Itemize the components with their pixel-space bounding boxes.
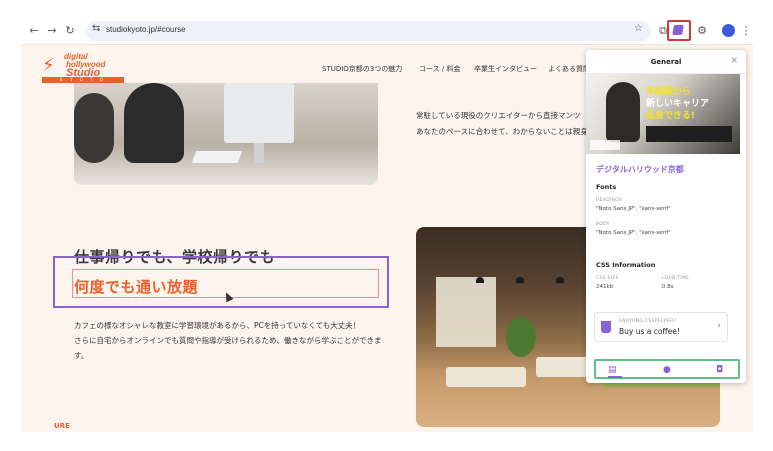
- body-font-value[interactable]: "Noto Sans JP", "sans-serif": [596, 230, 671, 236]
- css-size-value: 241kb: [596, 284, 614, 290]
- nav-link-faq[interactable]: よくある質問: [548, 64, 590, 74]
- extensions-puzzle-icon[interactable]: ⚙: [694, 23, 710, 39]
- nav-link-course[interactable]: コース / 料金: [419, 64, 460, 74]
- chevron-right-icon: ›: [717, 321, 721, 331]
- nav-link-interview[interactable]: 卒業生インタビュー: [474, 64, 537, 74]
- profile-avatar[interactable]: [722, 24, 735, 37]
- forward-icon[interactable]: →: [44, 23, 60, 39]
- body-line-2: さらに自宅からオンラインでも質問や指導が受けられるため、働きながら学ぶことができ…: [74, 336, 382, 360]
- address-bar[interactable]: ⇆ studiokyoto.jp/#course ☆: [86, 21, 651, 41]
- browser-toolbar: ← → ↻ ⇆ studiokyoto.jp/#course ☆ ⧉ ⚙ ⋮: [22, 17, 753, 45]
- classroom-photo: [74, 83, 378, 185]
- site-screenshot-banner: 未経験から 新しいキャリア 転身できる!: [586, 74, 740, 154]
- close-icon[interactable]: ×: [730, 56, 738, 66]
- load-time-label: LOAD TIME: [662, 276, 690, 281]
- coffee-main-text: Buy us a coffee!: [619, 327, 680, 336]
- active-tab-indicator: [608, 376, 622, 378]
- css-size-label: CSS SIZE: [596, 276, 619, 281]
- headings-label: HEADINGS: [596, 198, 623, 203]
- back-icon[interactable]: ←: [26, 23, 42, 39]
- colors-tab-icon[interactable]: ●: [663, 365, 671, 375]
- site-logo[interactable]: ⚡ digital hollywood Studio K Y O T O: [42, 51, 124, 83]
- url-text[interactable]: studiokyoto.jp/#course: [106, 25, 186, 34]
- bookmark-star-icon[interactable]: ☆: [634, 23, 643, 34]
- intro-paragraph: 常駐している現役のクリエイターから直接マンツ あなたのペースに合わせて、わからな…: [416, 108, 588, 140]
- general-tab-icon[interactable]: ▤: [608, 365, 617, 375]
- browser-menu-icon[interactable]: ⋮: [738, 23, 753, 39]
- site-name: デジタルハリウッド京都: [596, 165, 684, 174]
- body-label: BODY: [596, 222, 610, 227]
- assets-tab-icon[interactable]: ◘: [716, 365, 723, 375]
- section-body-text: カフェの様なオシャレな教室に学習環境があるから、PCを持っていなくても大丈夫！ …: [74, 318, 382, 363]
- footer-logo-fragment: URE: [54, 422, 70, 430]
- fonts-section-title: Fonts: [596, 183, 617, 191]
- site-settings-icon[interactable]: ⇆: [92, 23, 100, 34]
- intro-line-2: あなたのペースに合わせて、わからないことは親身: [416, 127, 588, 136]
- buy-coffee-button[interactable]: ENJOYING CSSPEEPER? Buy us a coffee! ›: [594, 312, 728, 342]
- panel-tab-bar: ▤ ● ◘: [594, 359, 740, 379]
- body-line-1: カフェの様なオシャレな教室に学習環境があるから、PCを持っていなくても大丈夫！: [74, 321, 361, 330]
- logo-mark-icon: ⚡: [42, 55, 55, 76]
- css-peeper-extension-icon[interactable]: [672, 25, 684, 35]
- section-subheading: 何度でも通い放題: [74, 278, 199, 296]
- reload-icon[interactable]: ↻: [62, 23, 78, 39]
- nav-link-appeal[interactable]: STUDIO京都の3つの魅力: [322, 64, 402, 74]
- css-info-section-title: CSS Information: [596, 261, 656, 269]
- coffee-cup-icon: [601, 321, 611, 333]
- load-time-value: 0.8s: [662, 284, 674, 290]
- banner-line-3: 転身できる!: [646, 111, 695, 121]
- intro-line-1: 常駐している現役のクリエイターから直接マンツ: [416, 111, 581, 120]
- headings-font-value[interactable]: "Noto Sans JP", "sans-serif": [596, 206, 671, 212]
- coffee-small-text: ENJOYING CSSPEEPER?: [619, 319, 677, 324]
- css-peeper-panel: General × 未経験から 新しいキャリア 転身できる! デジタルハリウッド…: [586, 50, 746, 383]
- panel-title: General: [650, 58, 682, 66]
